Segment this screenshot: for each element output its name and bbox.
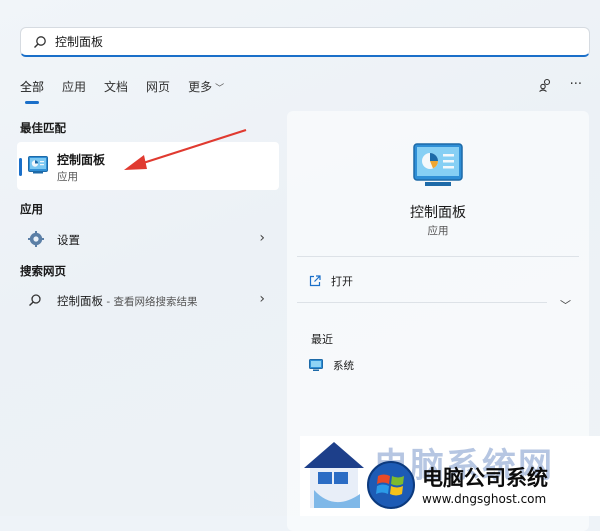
open-external-icon (309, 275, 321, 287)
watermark: 电脑系统网 电脑公司系统 www.dngsghost.com (300, 436, 600, 516)
expand-chevron-icon[interactable]: ﹀ (560, 297, 571, 313)
search-box[interactable]: 控制面板 (20, 27, 590, 57)
recent-item-label: 系统 (333, 360, 354, 372)
recent-item-system[interactable]: 系统 (309, 358, 354, 373)
tab-all[interactable]: 全部 (20, 76, 44, 100)
search-icon (34, 35, 46, 48)
best-match-type: 应用 (57, 171, 78, 183)
app-result-label: 设置 (57, 233, 80, 247)
web-result-control-panel[interactable]: 控制面板 - 查看网络搜索结果 › (20, 285, 275, 315)
web-search-heading: 搜索网页 (20, 264, 66, 278)
tab-label: 全部 (20, 80, 45, 94)
divider (297, 256, 579, 257)
open-action[interactable]: 打开 (309, 273, 353, 289)
gear-icon (28, 231, 44, 247)
detail-type: 应用 (427, 225, 449, 237)
more-options-button[interactable]: ··· (570, 77, 582, 92)
open-label: 打开 (331, 275, 353, 288)
recent-heading: 最近 (311, 333, 333, 346)
web-result-suffix: - 查看网络搜索结果 (103, 296, 198, 308)
tab-web[interactable]: 网页 (146, 76, 170, 100)
web-result-label: 控制面板 - 查看网络搜索结果 (57, 293, 197, 309)
detail-title: 控制面板 (410, 205, 466, 221)
watermark-main-text: 电脑公司系统 (422, 466, 548, 490)
filter-tabs: 全部 应用 文档 网页 更多 ﹀ (20, 76, 242, 100)
best-match-heading: 最佳匹配 (20, 121, 66, 135)
selection-indicator (19, 158, 22, 176)
tab-more[interactable]: 更多 ﹀ (188, 76, 224, 100)
apps-heading: 应用 (20, 202, 43, 216)
top-actions: ··· (538, 77, 582, 92)
tab-label: 应用 (62, 80, 87, 94)
best-match-name: 控制面板 (57, 153, 106, 167)
app-result-settings[interactable]: 设置 › (20, 224, 275, 254)
chevron-right-icon: › (259, 291, 265, 307)
search-input[interactable]: 控制面板 (55, 33, 103, 50)
tab-apps[interactable]: 应用 (62, 76, 86, 100)
control-panel-icon (28, 156, 48, 174)
windows-logo-icon (367, 461, 415, 509)
start-search-window: 控制面板 全部 应用 文档 网页 更多 ﹀ ··· 最佳匹配 控制面板 应用 应… (0, 0, 600, 531)
divider (297, 302, 547, 303)
chevron-down-icon: ﹀ (215, 84, 225, 94)
system-icon (309, 359, 323, 371)
watermark-house-logo (304, 442, 364, 508)
tab-label: 网页 (146, 80, 171, 94)
web-result-query: 控制面板 (57, 294, 103, 308)
chevron-right-icon: › (259, 230, 265, 246)
tab-label: 文档 (104, 80, 129, 94)
tab-label: 更多 (188, 80, 213, 94)
best-match-item[interactable]: 控制面板 应用 (17, 142, 279, 190)
search-icon (29, 294, 41, 307)
tab-documents[interactable]: 文档 (104, 76, 128, 100)
account-switch-icon[interactable] (538, 78, 552, 92)
control-panel-icon (413, 143, 463, 186)
watermark-url: www.dngsghost.com (422, 492, 547, 506)
